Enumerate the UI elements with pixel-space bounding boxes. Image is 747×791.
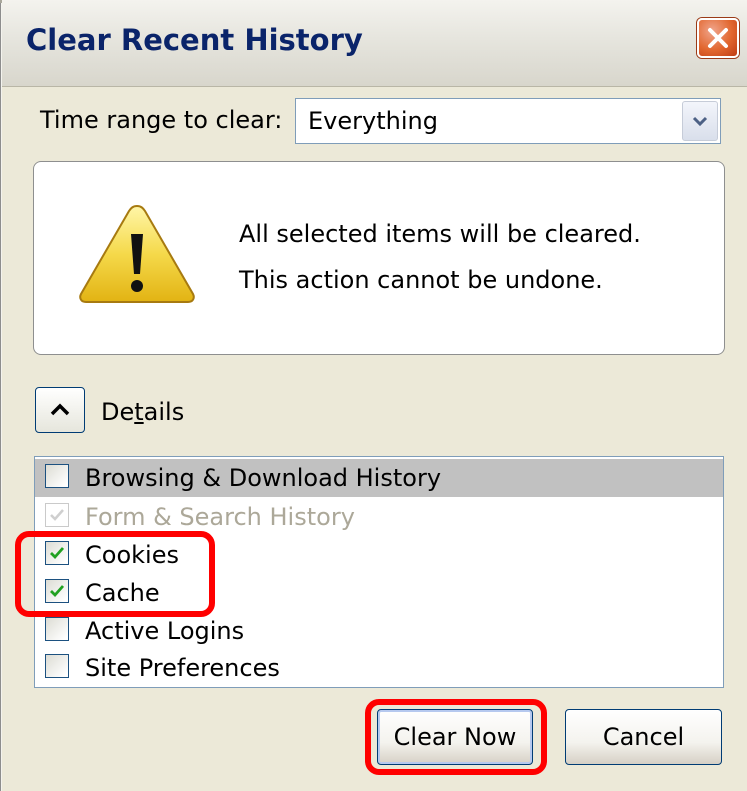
window-border: [0, 0, 4, 791]
titlebar[interactable]: Clear Recent History: [2, 0, 747, 87]
warning-icon: [79, 204, 195, 303]
close-button[interactable]: [697, 18, 739, 58]
time-range-label: Time range to clear:: [40, 106, 282, 134]
list-item-label: Browsing & Download History: [85, 464, 442, 492]
details-label-suffix: ails: [143, 398, 185, 426]
details-label[interactable]: Details: [101, 398, 184, 426]
warning-message-line-2: This action cannot be undone.: [239, 266, 603, 294]
window-title: Clear Recent History: [26, 23, 363, 57]
time-range-dropdown-button[interactable]: [682, 101, 718, 141]
list-item-browsing-download-history[interactable]: Browsing & Download History: [35, 459, 723, 497]
checkmark-icon: [50, 585, 65, 598]
checkmark-icon: [50, 547, 65, 560]
checkbox-active-logins[interactable]: [45, 617, 69, 641]
history-items-list[interactable]: Browsing & Download History Form & Searc…: [34, 456, 724, 688]
warning-panel: All selected items will be cleared. This…: [33, 161, 725, 355]
list-item-label: Active Logins: [85, 617, 245, 645]
list-item-form-search-history: Form & Search History: [35, 498, 723, 536]
details-label-accelerator: t: [134, 398, 144, 426]
time-range-label-text: Time range to clear:: [40, 106, 283, 134]
list-item-label: Site Preferences: [85, 654, 280, 682]
time-range-value: Everything: [308, 107, 438, 135]
list-item-cookies[interactable]: Cookies: [35, 536, 723, 574]
list-item-label: Form & Search History: [85, 503, 355, 531]
checkbox-browsing-download-history[interactable]: [45, 464, 69, 488]
list-item-site-preferences[interactable]: Site Preferences: [35, 649, 723, 687]
list-item-label: Cookies: [85, 541, 179, 569]
checkbox-form-search-history: [45, 503, 69, 527]
list-item-cache[interactable]: Cache: [35, 574, 723, 612]
cancel-button[interactable]: Cancel: [565, 709, 722, 765]
checkbox-cookies[interactable]: [45, 541, 69, 565]
time-range-select[interactable]: Everything: [295, 98, 721, 144]
checkbox-site-preferences[interactable]: [45, 654, 69, 678]
list-item-label: Cache: [85, 579, 160, 607]
list-item-active-logins[interactable]: Active Logins: [35, 612, 723, 650]
details-label-prefix: De: [101, 398, 135, 426]
details-toggle-button[interactable]: [35, 387, 85, 433]
warning-message-line-1: All selected items will be cleared.: [239, 220, 641, 248]
chevron-down-icon: [692, 116, 708, 127]
clear-history-dialog: Clear Recent History Time range to clear…: [0, 0, 747, 791]
checkmark-icon: [50, 509, 64, 521]
clear-now-button[interactable]: Clear Now: [377, 709, 533, 765]
checkbox-cache[interactable]: [45, 579, 69, 603]
chevron-up-icon: [50, 403, 70, 416]
close-icon: [708, 28, 728, 48]
